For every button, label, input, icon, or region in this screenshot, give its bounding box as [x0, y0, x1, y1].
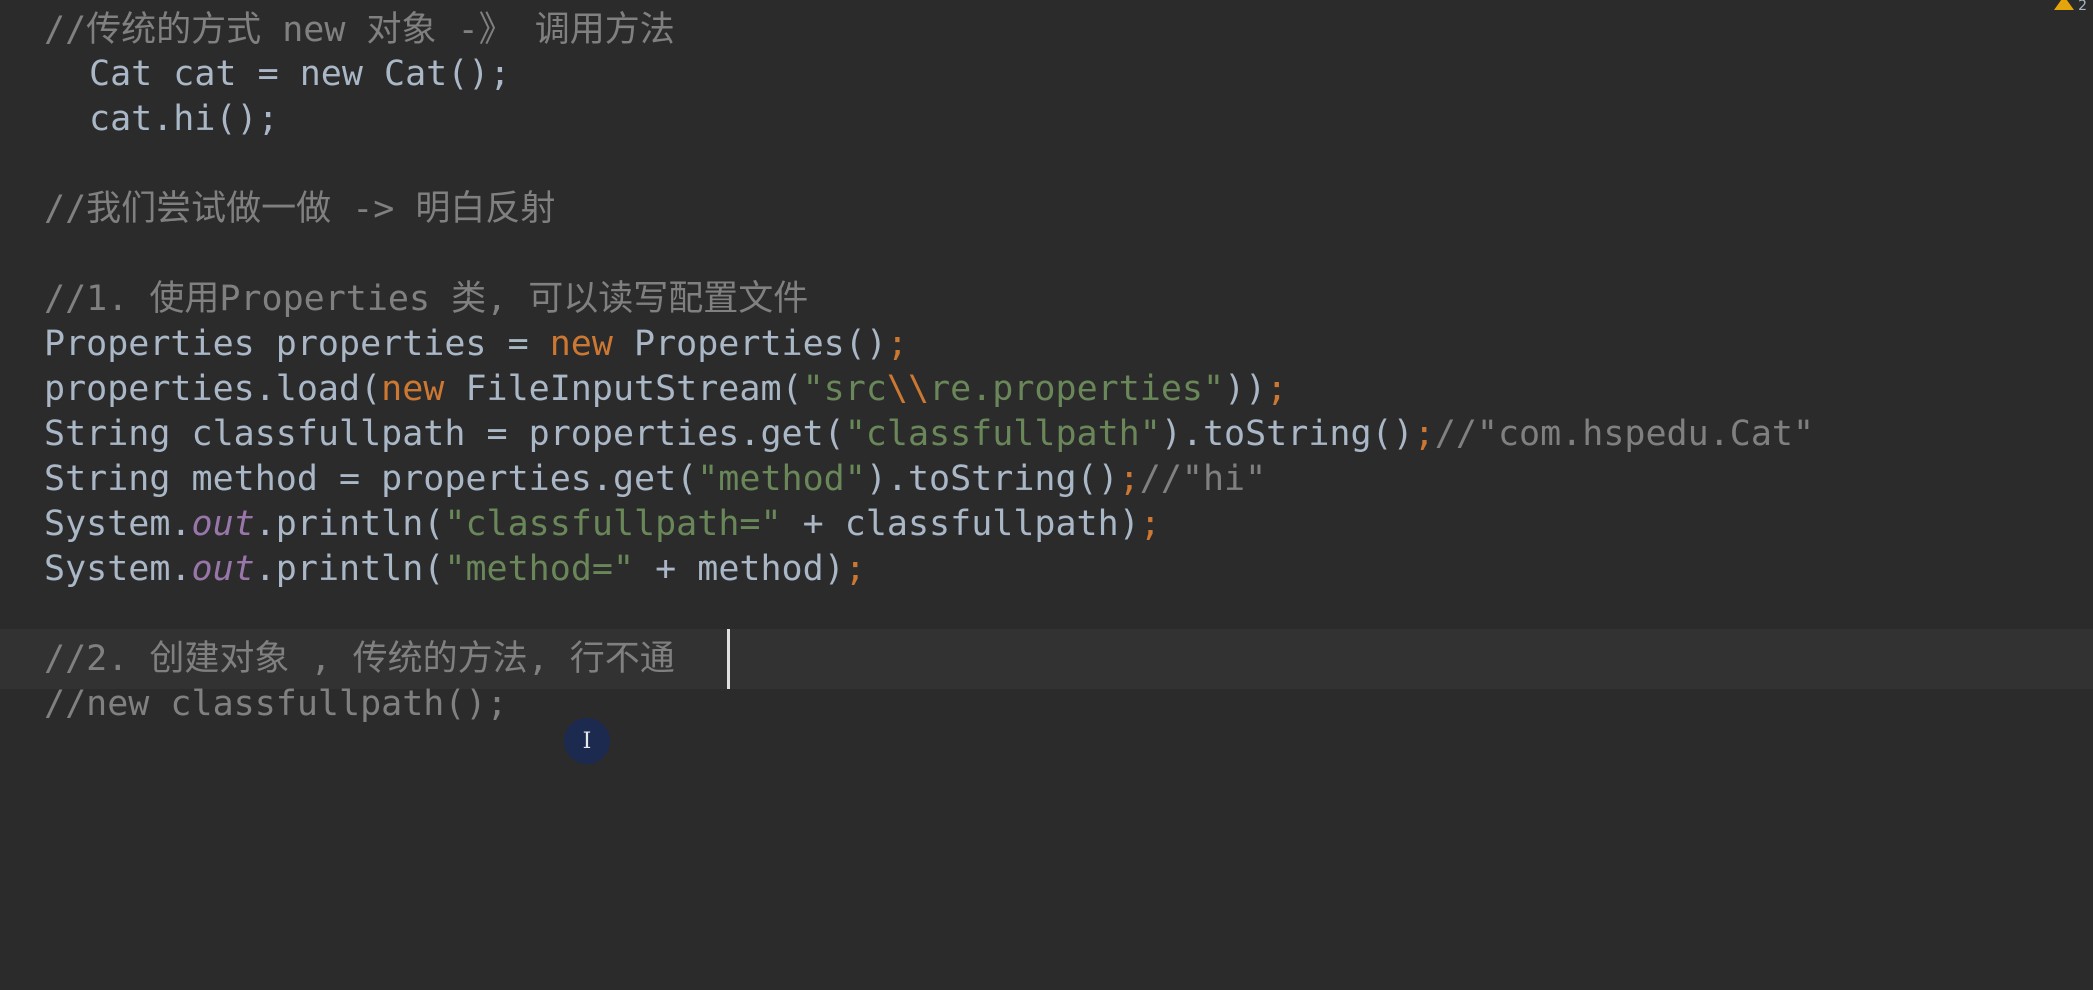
code-token: properties.load( — [44, 369, 382, 409]
code-token: ; — [1118, 459, 1140, 499]
code-token: out — [191, 549, 255, 589]
code-token: out — [191, 504, 255, 544]
code-token: String classfullpath = properties.get( — [44, 414, 845, 454]
code-token: Cat cat = new Cat(); — [89, 54, 511, 94]
code-token: ; — [1139, 504, 1161, 544]
code-token: + classfullpath) — [781, 504, 1140, 544]
code-token: cat.hi(); — [89, 99, 279, 139]
code-token: //new classfullpath(); — [44, 684, 508, 724]
code-token: re.properties" — [929, 369, 1225, 409]
code-token: "src — [802, 369, 887, 409]
code-token: ).toString() — [865, 459, 1119, 499]
code-editor[interactable]: 2 //传统的方式 new 对象 -》 调用方法 Cat cat = new C… — [0, 0, 2093, 990]
code-token: ; — [1413, 414, 1435, 454]
text-caret — [727, 629, 730, 689]
code-token: \\ — [886, 369, 930, 409]
code-token: new — [549, 324, 613, 364]
code-token: //"hi" — [1139, 459, 1267, 499]
code-token: System. — [44, 504, 192, 544]
code-token: Properties properties = — [44, 324, 550, 364]
text-cursor-icon: I — [564, 718, 610, 764]
code-token: "method=" — [444, 549, 635, 589]
code-token: //我们尝试做一做 -> 明白反射 — [44, 189, 556, 229]
code-token: //"com.hspedu.Cat" — [1434, 414, 1815, 454]
code-token: FileInputStream( — [444, 369, 803, 409]
code-token: new — [381, 369, 445, 409]
code-token: )) — [1224, 369, 1267, 409]
code-token: Properties() — [612, 324, 887, 364]
code-token: "method" — [697, 459, 866, 499]
code-token: String method = properties.get( — [44, 459, 698, 499]
code-token: System. — [44, 549, 192, 589]
code-token: ; — [1266, 369, 1288, 409]
code-token: ; — [844, 549, 866, 589]
code-token: .println( — [254, 504, 445, 544]
code-token: //2. 创建对象 , 传统的方法, 行不通 — [44, 639, 675, 679]
code-token: "classfullpath=" — [444, 504, 782, 544]
code-line-16[interactable]: //new classfullpath(); — [0, 674, 2093, 734]
code-token: .println( — [254, 549, 445, 589]
code-token: ; — [886, 324, 908, 364]
code-token: + method) — [634, 549, 845, 589]
code-token: //1. 使用Properties 类, 可以读写配置文件 — [44, 279, 809, 319]
code-token: ).toString() — [1160, 414, 1414, 454]
code-token: "classfullpath" — [844, 414, 1161, 454]
